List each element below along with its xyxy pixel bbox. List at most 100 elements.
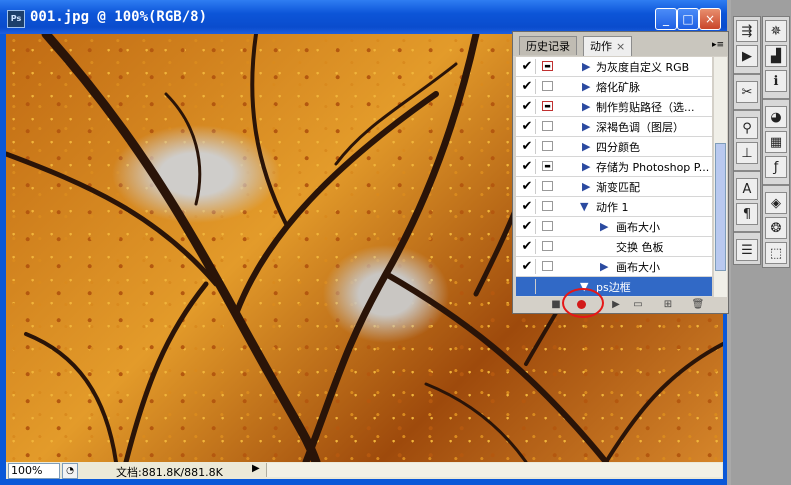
swatches-icon[interactable]: ▦ [765, 131, 787, 153]
delete-icon[interactable]: 🗑 [691, 298, 705, 312]
toggle-checkbox[interactable]: ✔ [519, 179, 536, 194]
vertical-scrollbar[interactable] [714, 57, 727, 297]
dialog-toggle-icon[interactable] [542, 221, 553, 231]
list-item[interactable]: ✔ 交换 色板 [516, 237, 712, 257]
clone-source-icon[interactable]: ⚲ [736, 117, 758, 139]
list-item[interactable]: ✔ ▬ ▶ 存储为 Photoshop P... [516, 157, 712, 177]
toggle-checkbox[interactable]: ✔ [519, 119, 536, 134]
color-icon[interactable]: ◕ [765, 106, 787, 128]
dialog-toggle-icon[interactable] [542, 261, 553, 271]
toggle-checkbox[interactable]: ✔ [519, 199, 536, 214]
list-item[interactable]: ✔ ▶ 画布大小 [516, 257, 712, 277]
toggle-checkbox[interactable]: ✔ [519, 219, 536, 234]
status-menu-icon[interactable]: ◔ [62, 463, 78, 479]
list-item[interactable]: ✔ ▶ 渐变匹配 [516, 177, 712, 197]
navigator-icon[interactable]: ✵ [765, 20, 787, 42]
expand-triangle-icon[interactable]: ▶ [582, 60, 590, 73]
expand-triangle-icon[interactable]: ▶ [582, 140, 590, 153]
toggle-checkbox[interactable]: ✔ [519, 59, 536, 74]
action-label: ps边框 [596, 281, 631, 294]
dock-column-left: ⇶ ▶ ✂ ⚲ ⊥ A ¶ ☰ [733, 16, 761, 265]
dialog-toggle-icon[interactable] [542, 201, 553, 211]
histogram-icon[interactable]: ▟ [765, 45, 787, 67]
doc-size-info: 文档:881.8K/881.8K [116, 466, 223, 479]
panel-tabs: 历史记录 动作 × ▸≡ [513, 32, 728, 56]
tab-close-icon[interactable]: × [616, 40, 625, 53]
title-bar[interactable]: Ps 001.jpg @ 100%(RGB/8) _ □ × [0, 0, 727, 34]
expand-triangle-icon[interactable]: ▶ [600, 260, 608, 273]
brush-preset-icon[interactable]: ⇶ [736, 20, 758, 42]
expand-triangle-icon[interactable]: ▶ [582, 100, 590, 113]
dialog-toggle-icon[interactable] [542, 181, 553, 191]
record-highlight-circle [562, 288, 604, 318]
list-item[interactable]: ✔ ▶ 深褐色调（图层） [516, 117, 712, 137]
styles-icon[interactable]: ƒ [765, 156, 787, 178]
dialog-toggle-icon[interactable] [542, 241, 553, 251]
toggle-checkbox[interactable] [519, 279, 536, 294]
status-arrow-icon[interactable]: ▶ [252, 463, 260, 474]
action-label: 为灰度自定义 RGB [596, 61, 690, 74]
maximize-button[interactable]: □ [677, 8, 699, 30]
dialog-toggle-icon[interactable] [542, 141, 553, 151]
panel-menu-icon[interactable]: ▸≡ [712, 40, 724, 50]
photoshop-doc-icon: Ps [7, 10, 25, 28]
expand-triangle-icon[interactable]: ▶ [582, 120, 590, 133]
dialog-toggle-icon[interactable] [542, 81, 553, 91]
action-label: 熔化矿脉 [596, 81, 640, 94]
notes-icon[interactable]: ☰ [736, 239, 758, 261]
horizontal-scrollbar[interactable] [266, 463, 722, 477]
panel-dock: ⇶ ▶ ✂ ⚲ ⊥ A ¶ ☰ ✵ ▟ ℹ ◕ ▦ ƒ ◈ ❂ ⬚ [731, 0, 791, 485]
stop-icon[interactable]: ■ [549, 298, 563, 312]
stamp-icon[interactable]: ⊥ [736, 142, 758, 164]
document-title: 001.jpg @ 100%(RGB/8) [30, 9, 208, 25]
action-label: 画布大小 [616, 261, 660, 274]
dialog-toggle-icon[interactable] [542, 121, 553, 131]
dialog-toggle-icon[interactable]: ▬ [542, 101, 553, 111]
collapse-triangle-icon[interactable]: ▼ [580, 200, 588, 213]
close-button[interactable]: × [699, 8, 721, 30]
play-icon[interactable]: ▶ [736, 45, 758, 67]
toggle-checkbox[interactable]: ✔ [519, 259, 536, 274]
channels-icon[interactable]: ❂ [765, 217, 787, 239]
zoom-field[interactable]: 100% [8, 463, 60, 479]
action-label: 存储为 Photoshop P... [596, 161, 710, 174]
new-action-icon[interactable]: ⊞ [661, 298, 675, 312]
new-set-icon[interactable]: ▭ [631, 298, 645, 312]
expand-triangle-icon[interactable]: ▶ [582, 180, 590, 193]
list-item[interactable]: ✔ ▶ 画布大小 [516, 217, 712, 237]
toggle-checkbox[interactable]: ✔ [519, 239, 536, 254]
actions-panel: 历史记录 动作 × ▸≡ ✔ ▬ ▶ 为灰度自定义 RGB ✔ ▶ 熔化矿脉 ✔ ▬ ▶ 制作剪贴… [512, 31, 729, 318]
info-icon[interactable]: ℹ [765, 70, 787, 92]
tools-icon[interactable]: ✂ [736, 81, 758, 103]
actions-list: ✔ ▬ ▶ 为灰度自定义 RGB ✔ ▶ 熔化矿脉 ✔ ▬ ▶ 制作剪贴路径（选... ✔ ▶ 深褐… [516, 57, 712, 297]
tab-history[interactable]: 历史记录 [519, 36, 577, 55]
minimize-button[interactable]: _ [655, 8, 677, 30]
expand-triangle-icon[interactable]: ▶ [582, 160, 590, 173]
play-icon[interactable]: ▶ [609, 298, 623, 312]
toggle-checkbox[interactable]: ✔ [519, 139, 536, 154]
toggle-checkbox[interactable]: ✔ [519, 99, 536, 114]
list-item-selected[interactable]: ▼ ps边框 [516, 277, 712, 297]
layers-icon[interactable]: ◈ [765, 192, 787, 214]
action-label: 动作 1 [596, 201, 629, 214]
list-item[interactable]: ✔ ▶ 熔化矿脉 [516, 77, 712, 97]
toggle-checkbox[interactable]: ✔ [519, 79, 536, 94]
dialog-toggle-icon[interactable]: ▬ [542, 161, 553, 171]
list-item[interactable]: ✔ ▶ 四分颜色 [516, 137, 712, 157]
list-item[interactable]: ✔ ▬ ▶ 制作剪贴路径（选... [516, 97, 712, 117]
action-label: 渐变匹配 [596, 181, 640, 194]
paragraph-icon[interactable]: ¶ [736, 203, 758, 225]
list-item[interactable]: ✔ ▼ 动作 1 [516, 197, 712, 217]
action-label: 制作剪贴路径（选... [596, 101, 695, 114]
text-icon[interactable]: A [736, 178, 758, 200]
dialog-toggle-icon[interactable]: ▬ [542, 61, 553, 71]
paths-icon[interactable]: ⬚ [765, 242, 787, 264]
action-label: 交换 色板 [616, 241, 664, 254]
expand-triangle-icon[interactable]: ▶ [600, 220, 608, 233]
toggle-checkbox[interactable]: ✔ [519, 159, 536, 174]
action-label: 深褐色调（图层） [596, 121, 684, 134]
tab-actions[interactable]: 动作 × [583, 36, 633, 56]
expand-triangle-icon[interactable]: ▶ [582, 80, 590, 93]
list-item[interactable]: ✔ ▬ ▶ 为灰度自定义 RGB [516, 57, 712, 77]
scroll-thumb[interactable] [715, 143, 726, 271]
